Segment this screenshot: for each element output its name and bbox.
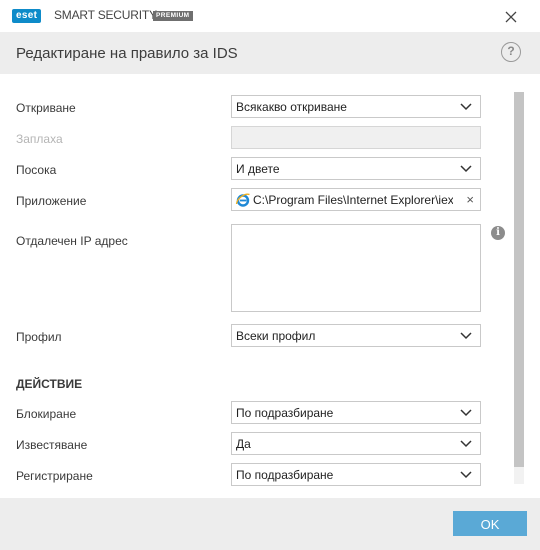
edition-badge: PREMIUM: [153, 11, 193, 21]
chevron-down-icon: [460, 332, 472, 340]
threat-label: Заплаха: [16, 132, 63, 146]
chevron-down-icon: [460, 471, 472, 479]
direction-dropdown[interactable]: И двете: [231, 157, 481, 180]
dialog-footer: OK: [0, 498, 540, 550]
scrollbar-thumb[interactable]: [514, 92, 524, 467]
form-content: Откриване Всякакво откриване Заплаха Пос…: [0, 74, 540, 486]
direction-value: И двете: [236, 162, 280, 176]
log-value: По подразбиране: [236, 468, 334, 482]
clear-icon[interactable]: ×: [466, 192, 474, 207]
internet-explorer-icon: [235, 193, 250, 207]
dialog-title: Редактиране на правило за IDS: [16, 45, 238, 62]
application-path: C:\Program Files\Internet Explorer\iexpl…: [253, 193, 453, 207]
log-label: Регистриране: [16, 469, 93, 483]
direction-label: Посока: [16, 163, 57, 177]
remote-ip-textarea[interactable]: [231, 224, 481, 312]
notify-label: Известяване: [16, 438, 88, 452]
notify-dropdown[interactable]: Да: [231, 432, 481, 455]
chevron-down-icon: [460, 165, 472, 173]
action-heading: ДЕЙСТВИЕ: [16, 377, 83, 391]
detection-value: Всякакво откриване: [236, 100, 347, 114]
threat-field: [231, 126, 481, 149]
title-bar: eset SMART SECURITY PREMIUM: [0, 0, 540, 32]
detection-dropdown[interactable]: Всякакво откриване: [231, 95, 481, 118]
application-field[interactable]: C:\Program Files\Internet Explorer\iexpl…: [231, 188, 481, 211]
dialog-header: Редактиране на правило за IDS ?: [0, 32, 540, 74]
notify-value: Да: [236, 437, 251, 451]
block-dropdown[interactable]: По подразбиране: [231, 401, 481, 424]
block-value: По подразбиране: [236, 406, 334, 420]
product-name: SMART SECURITY: [54, 8, 157, 22]
application-label: Приложение: [16, 194, 87, 208]
close-icon: [505, 11, 517, 23]
chevron-down-icon: [460, 440, 472, 448]
info-icon[interactable]: i: [491, 226, 505, 240]
chevron-down-icon: [460, 409, 472, 417]
close-button[interactable]: [500, 6, 522, 28]
profile-dropdown[interactable]: Всеки профил: [231, 324, 481, 347]
block-label: Блокиране: [16, 407, 77, 421]
ok-button[interactable]: OK: [453, 511, 527, 536]
help-icon[interactable]: ?: [501, 42, 521, 62]
profile-label: Профил: [16, 330, 62, 344]
remote-ip-label: Отдалечен IP адрес: [16, 234, 128, 248]
detection-label: Откриване: [16, 101, 76, 115]
log-dropdown[interactable]: По подразбиране: [231, 463, 481, 486]
eset-logo: eset: [12, 9, 42, 23]
profile-value: Всеки профил: [236, 329, 316, 343]
chevron-down-icon: [460, 103, 472, 111]
